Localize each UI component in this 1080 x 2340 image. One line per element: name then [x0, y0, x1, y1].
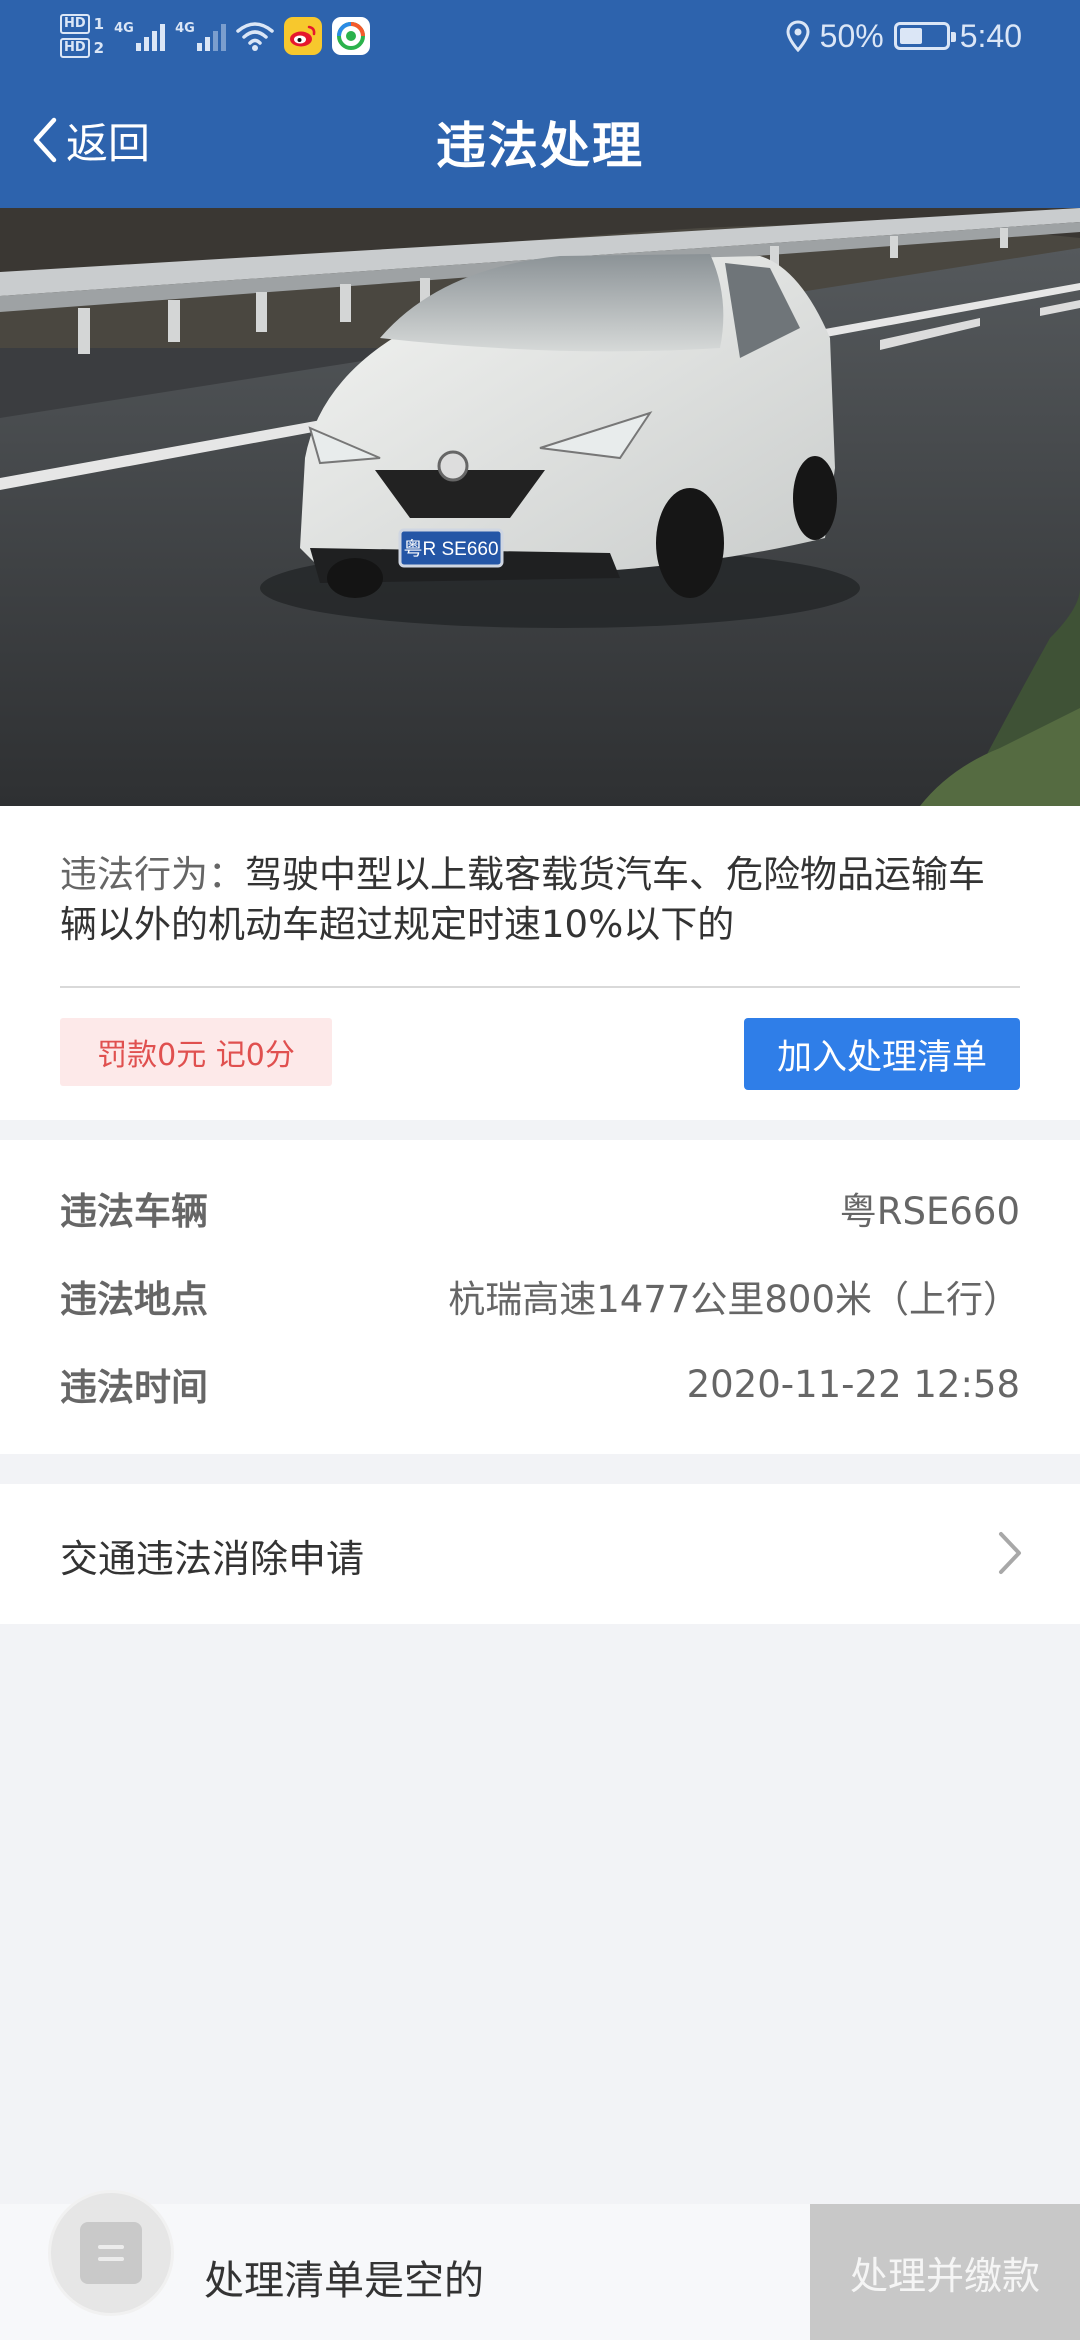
app-notification-icon: [332, 17, 371, 55]
battery-icon: [893, 22, 956, 50]
status-bar-right: 50% 5:40: [786, 10, 1022, 62]
behavior-label: 违法行为：: [60, 853, 245, 896]
battery-percent: 50%: [819, 17, 884, 54]
detail-row-vehicle: 违法车辆 粤RSE660: [60, 1178, 1020, 1238]
detail-row-time: 违法时间 2020-11-22 12:58: [60, 1354, 1020, 1414]
hd1-sub: 1: [93, 15, 105, 33]
app-header: 返回 违法处理: [0, 72, 1080, 208]
violation-behavior: 违法行为：驾驶中型以上载客载货汽车、危险物品运输车辆以外的机动车超过规定时速10…: [60, 850, 1020, 950]
hd2-sub: 2: [93, 39, 105, 57]
license-plate-text: 粤R SE660: [403, 538, 498, 560]
sim1-network-type: 4G: [114, 21, 134, 36]
hd1-badge: HD: [60, 14, 90, 34]
list-icon-button[interactable]: [48, 2190, 174, 2316]
process-and-pay-button[interactable]: 处理并缴款: [810, 2204, 1080, 2340]
status-bar-left: HD 1 HD 2 4G 4G: [60, 8, 371, 64]
page-title: 违法处理: [436, 117, 644, 175]
wifi-icon: [236, 22, 274, 51]
chevron-right-icon: [999, 1532, 1021, 1574]
empty-list-text: 处理清单是空的: [204, 2258, 484, 2304]
signal-icon-sim2: 4G: [175, 21, 227, 51]
weibo-app-icon: [284, 17, 323, 55]
hd2-badge: HD: [60, 38, 90, 58]
signal-icon: 4G: [114, 21, 166, 51]
add-to-list-button[interactable]: 加入处理清单: [744, 1018, 1020, 1090]
detail-value: 粤RSE660: [839, 1190, 1020, 1233]
detail-label: 违法地点: [60, 1278, 208, 1321]
detail-value: 杭瑞高速1477公里800米（上行）: [448, 1278, 1020, 1321]
bottom-bar: 处理清单是空的 处理并缴款: [0, 2190, 1080, 2340]
penalty-badge: 罚款0元 记0分: [60, 1018, 332, 1086]
appeal-row[interactable]: 交通违法消除申请: [0, 1484, 1080, 1624]
detail-label: 违法车辆: [60, 1190, 208, 1233]
status-bar: HD 1 HD 2 4G 4G 50% 5:40: [0, 0, 1080, 72]
violation-photo-image: 粤R SE660: [0, 208, 1080, 806]
battery-level-fill: [899, 28, 922, 44]
location-icon: [786, 20, 810, 52]
violation-details-card: 违法车辆 粤RSE660 违法地点 杭瑞高速1477公里800米（上行） 违法时…: [0, 1140, 1080, 1454]
sim2-network-type: 4G: [175, 21, 195, 36]
violation-summary-card: 违法行为：驾驶中型以上载客载货汽车、危险物品运输车辆以外的机动车超过规定时速10…: [0, 806, 1080, 1120]
detail-row-location: 违法地点 杭瑞高速1477公里800米（上行）: [60, 1266, 1020, 1326]
detail-label: 违法时间: [60, 1366, 208, 1409]
appeal-label: 交通违法消除申请: [60, 1537, 365, 1581]
hd-voice-indicator: HD 1 HD 2: [60, 14, 104, 58]
detail-value: 2020-11-22 12:58: [686, 1362, 1020, 1406]
clock: 5:40: [959, 17, 1022, 54]
violation-photo[interactable]: 粤R SE660: [0, 208, 1080, 806]
divider: [60, 986, 1020, 988]
list-icon: [80, 2222, 142, 2284]
